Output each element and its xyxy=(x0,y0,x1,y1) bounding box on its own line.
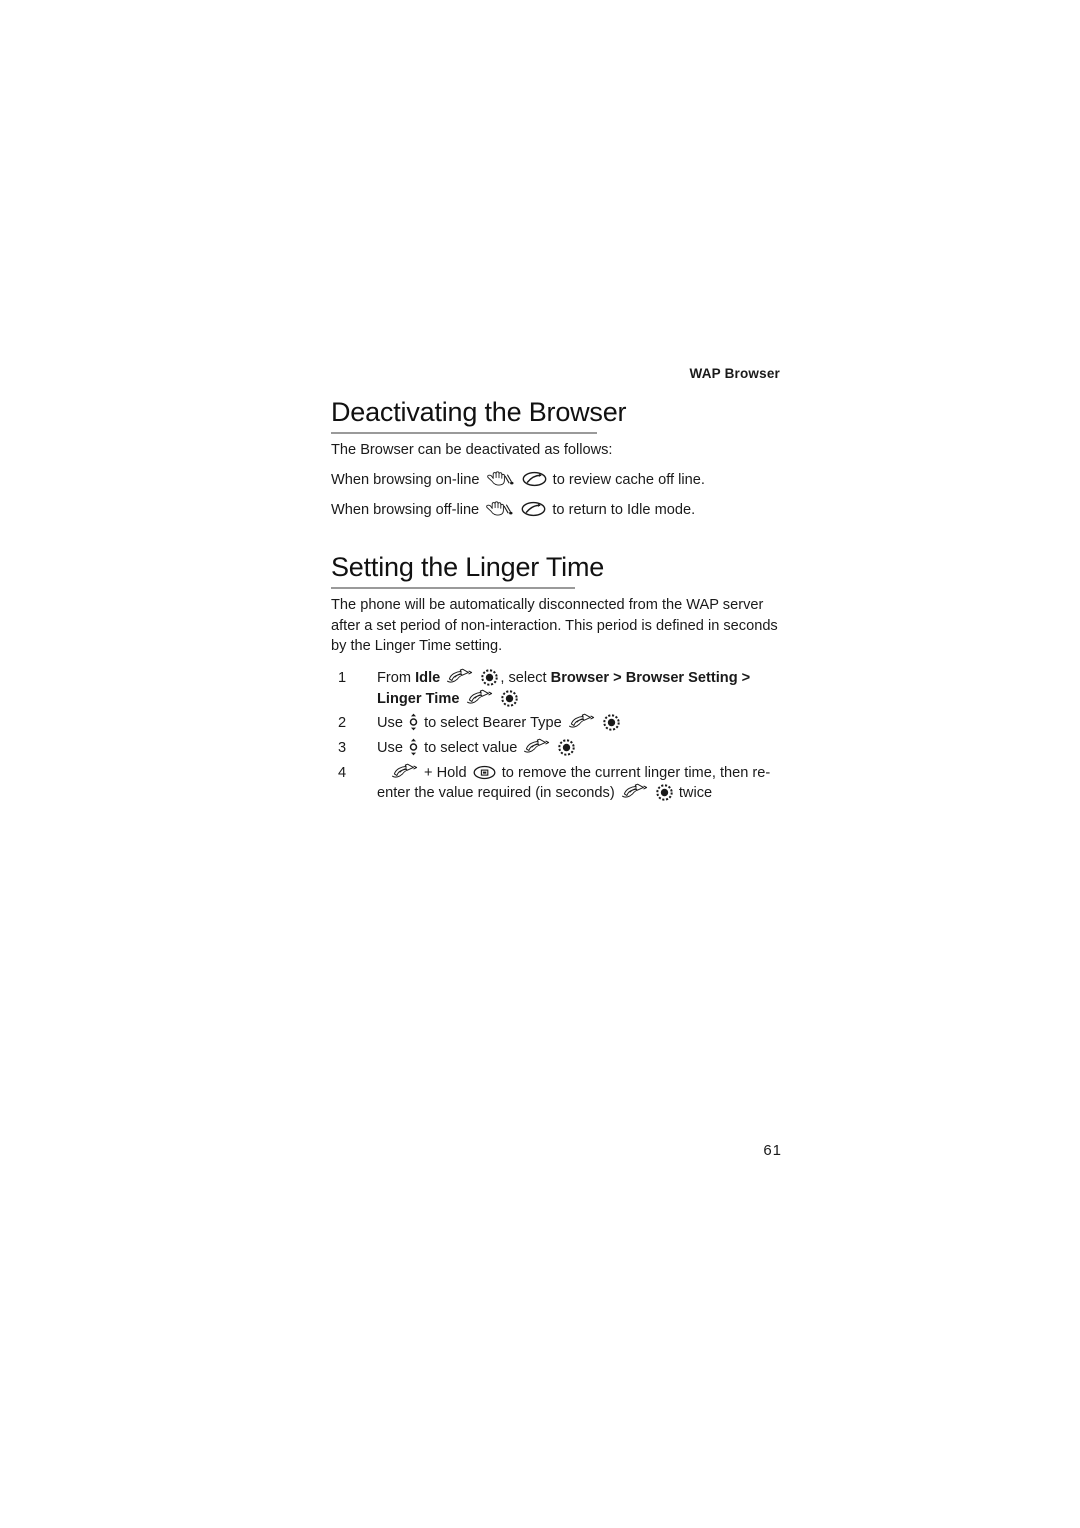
deactivate-line-offline-suffix: to return to Idle mode. xyxy=(552,501,696,518)
step-1-sep-2: > xyxy=(737,669,751,686)
step-number: 3 xyxy=(338,740,347,757)
section-2-paragraph: The phone will be automatically disconne… xyxy=(331,597,778,655)
select-key-icon xyxy=(603,714,620,732)
step-item: 4 + Hold to remove the current linger ti… xyxy=(331,763,783,804)
step-2-text-b: to select Bearer Type xyxy=(420,715,566,732)
hand-press-icon xyxy=(485,500,513,517)
up-down-navigation-key-icon xyxy=(408,738,419,756)
document-page: WAP Browser Deactivating the Browser The… xyxy=(0,0,1080,1528)
running-header: WAP Browser xyxy=(689,366,780,381)
step-1-bold-idle: Idle xyxy=(415,669,441,686)
step-3-text-b: to select value xyxy=(420,740,522,757)
hand-point-icon xyxy=(391,763,418,780)
select-key-icon xyxy=(558,739,576,756)
step-1-bold-browser-setting: Browser Setting xyxy=(625,669,738,686)
step-1-text-b: , select xyxy=(500,669,551,686)
step-number: 1 xyxy=(338,669,347,686)
deactivate-line-offline-prefix: When browsing off-line xyxy=(331,501,480,518)
hand-point-icon xyxy=(621,783,648,800)
step-1-text-a: From xyxy=(377,669,416,686)
step-number: 4 xyxy=(338,764,347,781)
section-1-intro: The Browser can be deactivated as follow… xyxy=(331,442,613,459)
section-1-title-rule xyxy=(331,432,597,435)
step-1-sep-1: > xyxy=(609,669,626,686)
deactivate-line-online: When browsing on-line to review cache of… xyxy=(331,470,783,491)
hand-point-icon xyxy=(568,713,595,730)
step-2-text-a: Use xyxy=(377,715,408,732)
select-key-icon xyxy=(500,689,518,707)
linger-time-steps: 1 From Idle , select Browser > Browser S… xyxy=(331,668,783,804)
deactivate-line-offline: When browsing off-line to return to Idle… xyxy=(331,500,783,521)
deactivate-line-online-suffix: to review cache off line. xyxy=(552,471,705,488)
hand-press-icon xyxy=(486,470,514,487)
page-number: 61 xyxy=(763,1142,782,1159)
step-4-text-a: + Hold xyxy=(420,764,471,781)
step-3-text-a: Use xyxy=(377,740,408,757)
deactivate-line-online-prefix: When browsing on-line xyxy=(331,471,480,488)
step-item: 1 From Idle , select Browser > Browser S… xyxy=(331,668,783,709)
select-key-icon xyxy=(481,669,499,686)
section-2-title: Setting the Linger Time xyxy=(331,552,605,583)
step-4-text-c: twice xyxy=(674,785,713,802)
section-setting-the-linger-time: Setting the Linger Time The phone will b… xyxy=(331,552,783,804)
hand-point-icon xyxy=(523,738,550,755)
end-call-key-icon xyxy=(522,471,547,487)
step-1-bold-browser: Browser xyxy=(550,669,610,686)
select-key-icon xyxy=(656,784,673,802)
section-1-title: Deactivating the Browser xyxy=(331,397,627,427)
hand-point-icon xyxy=(466,689,493,706)
step-1-bold-linger-time: Linger Time xyxy=(377,690,460,707)
step-number: 2 xyxy=(338,715,347,732)
up-down-navigation-key-icon xyxy=(408,713,419,731)
clear-key-icon xyxy=(473,765,496,780)
section-2-title-rule xyxy=(331,587,575,590)
page-content: Deactivating the Browser The Browser can… xyxy=(331,397,783,808)
end-call-key-icon xyxy=(521,501,546,517)
hand-point-icon xyxy=(446,668,473,685)
step-item: 2 Use to select Bearer Type xyxy=(331,713,783,734)
step-item: 3 Use to select value xyxy=(331,738,783,759)
section-deactivating-the-browser: Deactivating the Browser The Browser can… xyxy=(331,397,783,521)
